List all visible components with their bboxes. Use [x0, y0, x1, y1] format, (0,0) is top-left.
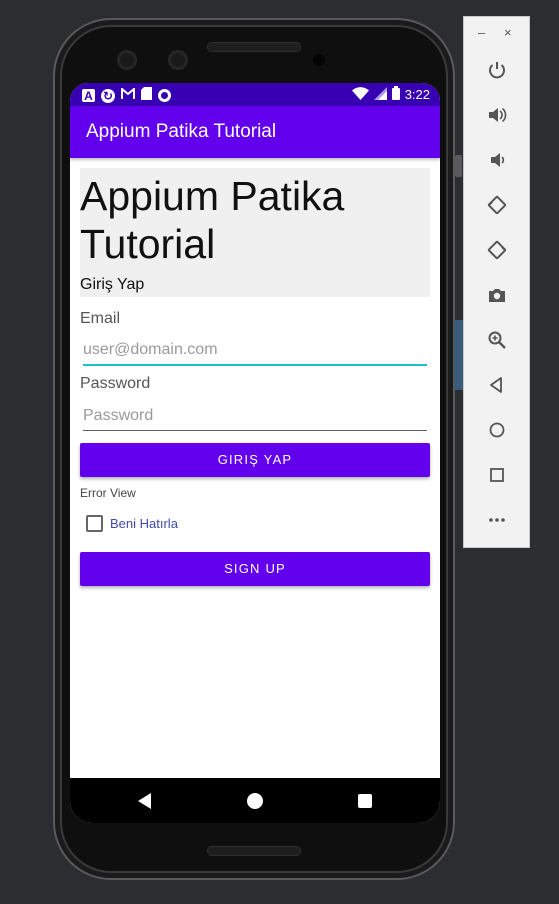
checkbox-box[interactable]	[86, 515, 103, 532]
toolbar-window-controls: – ×	[464, 25, 531, 45]
remember-me-label[interactable]: Beni Hatırla	[110, 516, 178, 531]
overview-icon[interactable]	[482, 460, 512, 490]
email-label: Email	[80, 310, 121, 327]
email-field[interactable]	[83, 336, 427, 366]
window-edge	[454, 320, 463, 390]
status-time: 3:22	[404, 87, 430, 102]
front-camera-icon	[117, 50, 137, 70]
status-right: 3:22	[351, 86, 430, 103]
emulator-toolbar: – ×	[463, 16, 530, 548]
navigation-bar	[70, 778, 440, 823]
close-icon[interactable]: ×	[504, 25, 512, 40]
gmail-icon	[121, 86, 135, 104]
page-subtitle: Giriş Yap	[80, 276, 145, 293]
a-box-icon: A	[82, 89, 95, 103]
password-field[interactable]	[83, 401, 427, 431]
app-bar: Appium Patika Tutorial	[70, 106, 440, 158]
zoom-icon[interactable]	[482, 325, 512, 355]
back-icon[interactable]	[482, 370, 512, 400]
circle-icon	[158, 89, 171, 102]
rotate-left-icon[interactable]	[482, 190, 512, 220]
password-label: Password	[80, 375, 151, 392]
volume-up-icon[interactable]	[482, 100, 512, 130]
side-button	[455, 155, 462, 177]
back-icon[interactable]	[138, 793, 151, 809]
wifi-icon	[351, 86, 369, 103]
header-panel: Appium Patika Tutorial Giriş Yap	[80, 168, 430, 297]
proximity-sensor	[313, 54, 325, 66]
camera-icon[interactable]	[482, 280, 512, 310]
top-speaker	[207, 42, 301, 52]
home-icon[interactable]	[247, 793, 263, 809]
sign-up-button[interactable]: SIGN UP	[80, 552, 430, 586]
minimize-icon[interactable]: –	[478, 25, 485, 40]
battery-icon	[391, 86, 400, 103]
app-bar-title: Appium Patika Tutorial	[86, 121, 277, 142]
login-button[interactable]: GIRIŞ YAP	[80, 443, 430, 477]
front-camera-icon	[168, 50, 188, 70]
sd-card-icon	[141, 87, 152, 104]
bottom-speaker	[207, 846, 301, 856]
recents-icon[interactable]	[358, 794, 372, 808]
more-icon[interactable]	[482, 505, 512, 535]
rotate-right-icon[interactable]	[482, 235, 512, 265]
page-title: Appium Patika Tutorial	[80, 173, 345, 267]
cell-signal-icon	[373, 86, 387, 103]
notification-icons: A ↻	[82, 86, 171, 104]
power-icon[interactable]	[482, 55, 512, 85]
status-bar: A ↻ 3:22	[70, 83, 440, 106]
device-screen: A ↻ 3:22 Appium Patika Tutorial Appium P…	[70, 83, 440, 823]
remember-me-checkbox[interactable]: Beni Hatırla	[86, 515, 178, 532]
volume-down-icon[interactable]	[482, 145, 512, 175]
error-view: Error View	[80, 486, 136, 500]
home-icon[interactable]	[482, 415, 512, 445]
sync-icon: ↻	[101, 88, 115, 103]
